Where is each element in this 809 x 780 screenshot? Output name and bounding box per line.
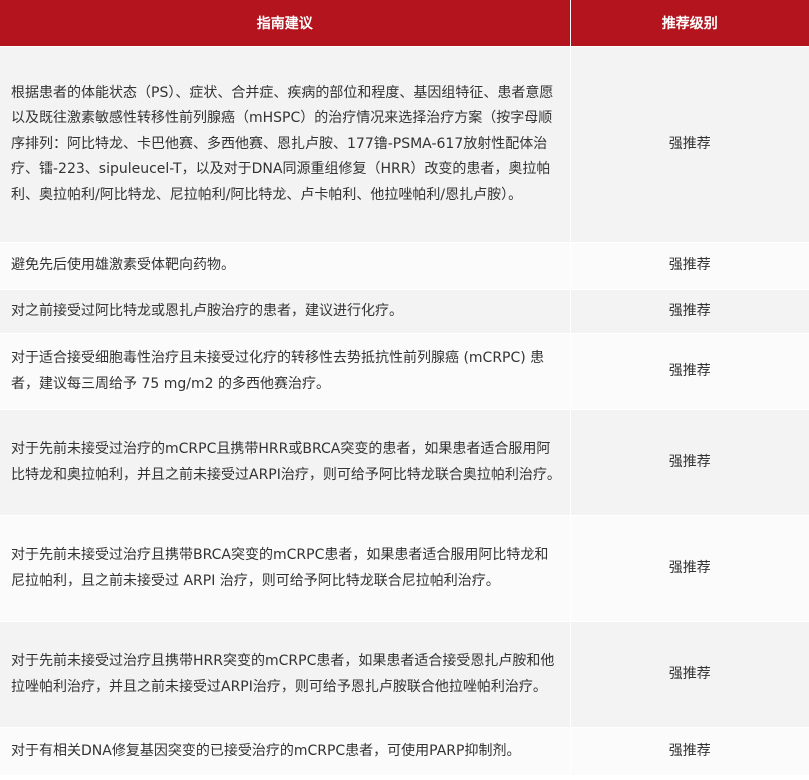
recommendation-cell: 对于先前未接受过治疗且携带BRCA突变的mCRPC患者，如果患者适合服用阿比特龙… <box>0 515 570 622</box>
table-row: 对于适合接受细胞毒性治疗且未接受过化疗的转移性去势抵抗性前列腺癌 (mCRPC)… <box>0 333 809 410</box>
table-row: 对之前接受过阿比特龙或恩扎卢胺治疗的患者，建议进行化疗。 强推荐 <box>0 289 809 334</box>
level-cell: 强推荐 <box>569 289 809 334</box>
recommendation-cell: 对于适合接受细胞毒性治疗且未接受过化疗的转移性去势抵抗性前列腺癌 (mCRPC)… <box>0 333 570 410</box>
header-row: 指南建议 推荐级别 <box>0 0 809 47</box>
table-row: 避免先后使用雄激素受体靶向药物。 强推荐 <box>0 242 809 290</box>
table-body: 根据患者的体能状态（PS）、症状、合并症、疾病的部位和程度、基因组特征、患者意愿… <box>0 46 809 776</box>
recommendation-cell: 对于先前未接受过治疗的mCRPC且携带HRR或BRCA突变的患者，如果患者适合服… <box>0 409 570 516</box>
recommendation-cell: 对之前接受过阿比特龙或恩扎卢胺治疗的患者，建议进行化疗。 <box>0 289 570 334</box>
level-cell: 强推荐 <box>569 515 809 622</box>
recommendation-cell: 避免先后使用雄激素受体靶向药物。 <box>0 242 570 290</box>
level-cell: 强推荐 <box>569 727 809 776</box>
table-row: 对于先前未接受过治疗且携带BRCA突变的mCRPC患者，如果患者适合服用阿比特龙… <box>0 515 809 622</box>
level-cell: 强推荐 <box>569 621 809 728</box>
header-recommendation: 指南建议 <box>0 0 570 47</box>
table-row: 对于先前未接受过治疗的mCRPC且携带HRR或BRCA突变的患者，如果患者适合服… <box>0 409 809 516</box>
recommendation-cell: 对于有相关DNA修复基因突变的已接受治疗的mCRPC患者，可使用PARP抑制剂。 <box>0 727 570 776</box>
recommendation-cell: 根据患者的体能状态（PS）、症状、合并症、疾病的部位和程度、基因组特征、患者意愿… <box>0 46 570 243</box>
level-cell: 强推荐 <box>569 46 809 243</box>
table-row: 根据患者的体能状态（PS）、症状、合并症、疾病的部位和程度、基因组特征、患者意愿… <box>0 46 809 243</box>
table-row: 对于先前未接受过治疗且携带HRR突变的mCRPC患者，如果患者适合接受恩扎卢胺和… <box>0 621 809 728</box>
guideline-table: 指南建议 推荐级别 根据患者的体能状态（PS）、症状、合并症、疾病的部位和程度、… <box>0 0 809 776</box>
header-level: 推荐级别 <box>569 0 809 47</box>
level-cell: 强推荐 <box>569 409 809 516</box>
level-cell: 强推荐 <box>569 242 809 290</box>
level-cell: 强推荐 <box>569 333 809 410</box>
table-row: 对于有相关DNA修复基因突变的已接受治疗的mCRPC患者，可使用PARP抑制剂。… <box>0 727 809 776</box>
table-header: 指南建议 推荐级别 <box>0 0 809 47</box>
recommendation-cell: 对于先前未接受过治疗且携带HRR突变的mCRPC患者，如果患者适合接受恩扎卢胺和… <box>0 621 570 728</box>
